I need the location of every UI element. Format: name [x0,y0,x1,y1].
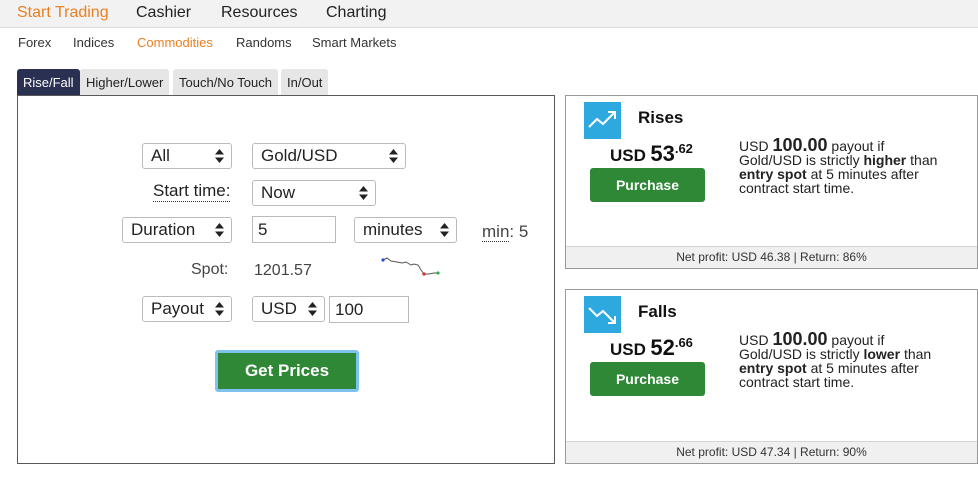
rise-chart-icon [584,102,621,139]
duration-unit-select[interactable]: minutes [354,217,457,243]
offer-card-falls: Falls USD 52.66 Purchase USD 100.00 payo… [565,289,978,464]
spot-value: 1201.57 [254,262,312,279]
subnav-forex[interactable]: Forex [18,35,51,50]
spot-sparkline [381,257,440,276]
underlying-value: Gold/USD [261,146,338,165]
offer-description: USD 100.00 payout if Gold/USD is strictl… [739,136,949,195]
tab-touch-no-touch[interactable]: Touch/No Touch [173,69,278,96]
start-time-select[interactable]: Now [252,180,376,206]
duration-type-select[interactable]: Duration [122,217,232,243]
offer-footer: Net profit: USD 47.34 | Return: 90% [566,441,977,463]
topnav-charting[interactable]: Charting [326,4,386,22]
spot-label: Spot: [191,261,229,278]
offer-title: Falls [638,302,677,321]
underlying-select[interactable]: Gold/USD [252,143,406,169]
offer-price: USD 53.62 [610,141,693,167]
offer-price: USD 52.66 [610,335,693,361]
topnav-resources[interactable]: Resources [221,4,297,22]
price-currency: USD [610,146,646,165]
duration-type-value: Duration [131,220,196,239]
price-currency: USD [610,340,646,359]
get-prices-button[interactable]: Get Prices [215,350,359,392]
price-integer: 53 [650,141,675,166]
topnav-start-trading[interactable]: Start Trading [17,4,109,22]
updown-arrow-icon [215,302,224,316]
duration-input[interactable]: 5 [252,216,336,243]
subnav-randoms[interactable]: Randoms [236,35,292,50]
amount-input[interactable]: 100 [329,296,409,323]
purchase-rises-button[interactable]: Purchase [590,168,705,202]
duration-unit-value: minutes [363,220,423,239]
top-nav: Start Trading Cashier Resources Charting [0,0,978,28]
offer-description: USD 100.00 payout if Gold/USD is strictl… [739,330,949,389]
updown-arrow-icon [215,149,224,163]
min-duration: min: 5 [482,222,528,242]
updown-arrow-icon [389,149,398,163]
offer-footer: Net profit: USD 46.38 | Return: 86% [566,246,977,268]
payout-type-select[interactable]: Payout [142,296,232,322]
currency-select[interactable]: USD [252,296,325,322]
updown-arrow-icon [359,186,368,200]
subnav-indices[interactable]: Indices [73,35,114,50]
start-time-label: Start time: [153,181,231,202]
min-label: min [482,222,510,242]
tab-rise-fall[interactable]: Rise/Fall [17,69,80,96]
purchase-falls-button[interactable]: Purchase [590,362,705,396]
market-filter-select[interactable]: All [142,143,232,169]
subnav-smart-markets[interactable]: Smart Markets [312,35,397,50]
price-integer: 52 [650,335,675,360]
tab-in-out[interactable]: In/Out [281,69,329,96]
start-time-value: Now [261,183,296,202]
offer-title: Rises [638,108,684,127]
currency-value: USD [261,299,297,318]
subnav-commodities[interactable]: Commodities [137,35,213,50]
updown-arrow-icon [215,223,224,237]
price-decimal: .62 [674,141,693,156]
price-decimal: .66 [674,335,693,350]
tab-higher-lower[interactable]: Higher/Lower [80,69,170,96]
offer-card-rises: Rises USD 53.62 Purchase USD 100.00 payo… [565,95,978,269]
payout-type-value: Payout [151,299,204,318]
updown-arrow-icon [440,223,449,237]
min-value: : 5 [509,222,529,241]
trade-form-panel: All Gold/USD Start time: Now Duration 5 … [17,95,555,464]
market-filter-value: All [151,146,170,165]
topnav-cashier[interactable]: Cashier [136,4,191,22]
updown-arrow-icon [308,302,317,316]
fall-chart-icon [584,296,621,333]
